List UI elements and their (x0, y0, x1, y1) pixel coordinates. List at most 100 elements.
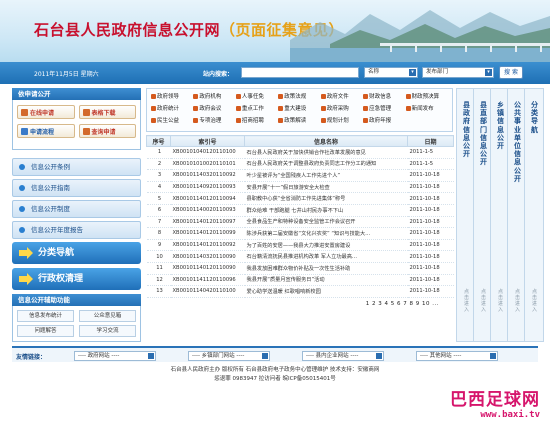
category-link[interactable]: 民生公益 (151, 116, 193, 124)
table-row[interactable]: 9 XB00101140120110092 为了百姓的安居——我县大力推进安置房建设… (146, 239, 454, 252)
online-apply-button[interactable]: 在线申请 (17, 105, 75, 119)
category-link[interactable]: 政府会议 (193, 104, 235, 112)
col-header-index: 序号 (146, 135, 171, 147)
table-row[interactable]: 8 XB00101140120110099 陈涉兵获第二届安徽省“文化兴农奖” “知… (146, 227, 454, 240)
search-input[interactable] (241, 67, 359, 78)
enter-link[interactable]: 点击进入 (480, 289, 487, 313)
table-row[interactable]: 2 XB00101010020110101 石台县人民政府关于调整县政府负责同志工作… (146, 158, 454, 171)
category-link[interactable]: 规划计划 (320, 116, 363, 124)
select-value: ---- 其他网站 ---- (420, 353, 462, 359)
table-row[interactable]: 4 XB00101140920110093 安县开展“十一”假日旅游安全大检查 201… (146, 181, 454, 194)
search-icon (82, 127, 90, 135)
row-title[interactable]: 县职教中心获“全省消防工作先进集体”称号 (244, 192, 408, 205)
other-sites-select[interactable]: ---- 其他网站 ---- (416, 351, 498, 361)
row-title[interactable]: 群众给难 干部跑腿 七井山村民办事不下山 (244, 204, 408, 217)
row-title[interactable]: 我县发放困难群众物价补贴及一次性生活补助 (244, 262, 408, 275)
enter-link[interactable]: 点击进入 (531, 289, 538, 313)
category-link[interactable]: 财政信息 (363, 92, 405, 100)
nav-system[interactable]: 信息公开制度 (12, 200, 141, 218)
category-link[interactable]: 应急管理 (363, 104, 405, 112)
tool-stats[interactable]: 信息发布统计 (17, 310, 74, 322)
category-label: 专项治理 (199, 118, 222, 124)
row-title[interactable]: 安县开展“十一”假日旅游安全大检查 (244, 181, 408, 194)
table-row[interactable]: 11 XB00101140120110090 我县发放困难群众物价补贴及一次性生活补… (146, 262, 454, 275)
category-link[interactable]: 政府采购 (320, 104, 363, 112)
row-code: XB00101140120110097 (170, 216, 245, 229)
category-link[interactable]: 政府统计 (151, 104, 193, 112)
friend-links-bar: 友情链接： ---- 政府网站 ---- ---- 乡镇部门网站 ---- --… (12, 346, 538, 362)
category-link[interactable]: 专项治理 (193, 116, 235, 124)
form-icon (21, 108, 28, 116)
enter-link[interactable]: 点击进入 (463, 289, 470, 313)
table-row[interactable]: 10 XB00101140320110090 石台籍清流抚民县推进机构改革 军人立功… (146, 250, 454, 263)
row-code: XB00101140920110093 (170, 181, 245, 194)
search-button[interactable]: 搜 索 (499, 66, 523, 79)
download-icon (82, 108, 90, 116)
search-field-select[interactable]: 名称 ▾ (364, 67, 418, 78)
gov-sites-select[interactable]: ---- 政府网站 ---- (74, 351, 156, 361)
category-link[interactable]: 重点工作 (235, 104, 278, 112)
category-link[interactable]: 政策法规 (278, 92, 320, 100)
watermark-url: www.baxi.tv (480, 410, 540, 420)
row-code: XB00101140120110090 (170, 262, 245, 275)
category-link[interactable]: 财政预决算 (405, 92, 448, 100)
table-row[interactable]: 12 XB00101141120110096 我县开展“质量月宣传服务日”活动 201… (146, 274, 454, 287)
category-label: 政府文件 (326, 94, 349, 100)
category-link[interactable]: 新闻发布 (405, 104, 448, 112)
category-link[interactable]: 政府文件 (320, 92, 363, 100)
table-row[interactable]: 13 XB00101140420110100 爱心助学送温暖 红歌唱响新校园 2011… (146, 285, 454, 298)
col-header-date: 日期 (407, 135, 454, 147)
row-title[interactable]: 爱心助学送温暖 红歌唱响新校园 (244, 285, 408, 298)
category-link[interactable]: 政府年报 (363, 116, 405, 124)
col-header-title: 信息名称 (244, 135, 408, 147)
tool-exchange[interactable]: 学习交流 (79, 325, 136, 337)
query-apply-button[interactable]: 查询申请 (78, 124, 136, 138)
row-title[interactable]: 石台县人民政府关于调整县政府负责同志工作分工的通知 (244, 158, 408, 171)
form-download-button[interactable]: 表格下载 (78, 105, 136, 119)
table-row[interactable]: 3 XB00101140320110092 叶少星被评为“全国残疾人工作先进个人” 2… (146, 169, 454, 182)
dept-sites-select[interactable]: ---- 乡镇部门网站 ---- (188, 351, 270, 361)
row-title[interactable]: 陈涉兵获第二届安徽省“文化兴农奖” “知识与技能大… (244, 227, 408, 240)
row-title[interactable]: 石台县人民政府关于加快供销合作社改革发展的意见 (244, 146, 408, 159)
nav-annual-report[interactable]: 信息公开年度报告 (12, 221, 141, 239)
category-link[interactable]: 政府机构 (193, 92, 235, 100)
tool-opinion-box[interactable]: 公众意见箱 (79, 310, 136, 322)
pagination[interactable]: 1 2 3 4 5 6 7 8 9 10 ... (146, 301, 453, 307)
category-link[interactable]: 重大建设 (278, 104, 320, 112)
table-row[interactable]: 5 XB00101140120110094 县职教中心获“全省消防工作先进集体”称号… (146, 192, 454, 205)
category-grid: 政府领导 政府机构 人事任免 政策法规 政府文件 财政信息 财政预决算政府统计 政府会议 重点工… (146, 88, 453, 132)
category-nav-button[interactable]: 分类导航 (12, 242, 141, 264)
tool-faq[interactable]: 问题解答 (17, 325, 74, 337)
row-title[interactable]: 石台籍清流抚民县推进机构改革 军人立功最高… (244, 250, 408, 263)
nav-guide[interactable]: 信息公开指南 (12, 179, 141, 197)
enter-link[interactable]: 点击进入 (514, 289, 521, 313)
row-title[interactable]: 我县开展“质量月宣传服务日”活动 (244, 274, 408, 287)
category-link[interactable]: 政府领导 (151, 92, 193, 100)
nav-label: 信息公开指南 (31, 184, 70, 192)
power-cleanup-button[interactable]: 行政权清理 (12, 268, 141, 290)
row-title[interactable]: 全县食品生产和特种设备安全监管工作会议召开 (244, 216, 408, 229)
arrow-right-icon (19, 273, 33, 285)
enter-link[interactable]: 点击进入 (497, 289, 504, 313)
category-link[interactable]: 人事任免 (235, 92, 278, 100)
row-code: XB00101040120110100 (170, 146, 245, 159)
dept-select[interactable]: 发布部门 ▾ (422, 67, 494, 78)
search-field-value: 名称 (368, 69, 380, 75)
apply-process-button[interactable]: 申请流程 (17, 124, 75, 138)
row-title[interactable]: 叶少星被评为“全国残疾人工作先进个人” (244, 169, 408, 182)
table-row[interactable]: 7 XB00101140120110097 全县食品生产和特种设备安全监管工作会议召… (146, 216, 454, 229)
table-row[interactable]: 1 XB00101040120110100 石台县人民政府关于加快供销合作社改革发展… (146, 146, 454, 159)
folder-icon (193, 93, 199, 99)
category-column[interactable]: 分类导航 点击进入 (524, 88, 544, 342)
table-row[interactable]: 6 XB00101140020110093 群众给难 干部跑腿 七井山村民办事不下山… (146, 204, 454, 217)
row-title[interactable]: 为了百姓的安居——我县大力推进安置房建设 (244, 239, 408, 252)
footer-line-1: 石台县人民政府主办 版权所有 石台县政府电子政务中心管理维护 技术支持：安徽商网 (170, 367, 380, 373)
category-label: 政府机构 (199, 94, 222, 100)
nav-label: 信息公开条例 (31, 163, 70, 171)
category-link[interactable]: 招商招聘 (235, 116, 278, 124)
enterprise-sites-select[interactable]: ---- 县内企业网站 ---- (302, 351, 384, 361)
category-link[interactable]: 政策解读 (278, 116, 320, 124)
nav-regulations[interactable]: 信息公开条例 (12, 158, 141, 176)
row-index: 10 (146, 250, 171, 263)
header-banner: 石台县人民政府信息公开网（页面征集意见） (0, 0, 550, 62)
